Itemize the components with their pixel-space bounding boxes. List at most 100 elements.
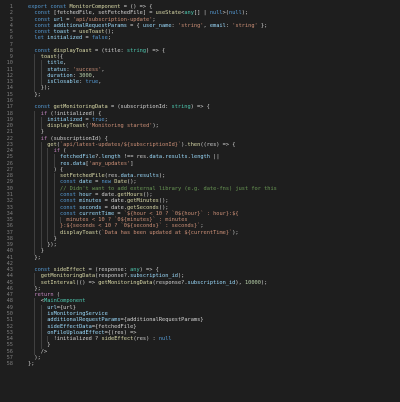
code-token: onFileUploadEffect [47, 329, 105, 336]
code-token: const [34, 29, 54, 36]
code-token: (res. [104, 173, 121, 180]
code-token: ={url} [56, 304, 76, 311]
code-token: true [91, 116, 105, 123]
code-token: || [209, 154, 220, 161]
code-lines: 1 export const MonitorComponent = () => {… [0, 4, 400, 367]
code-token: subscription_id [130, 273, 178, 280]
code-token: if [40, 135, 51, 142]
code-token: }; [257, 22, 268, 29]
code-editor[interactable]: 1 export const MonitorComponent = () => {… [0, 0, 400, 402]
code-token: (); [104, 29, 115, 36]
code-text: }; [28, 254, 41, 261]
code-token: const [60, 204, 80, 211]
code-token: ( [63, 148, 67, 155]
code-token: ; [107, 35, 111, 42]
code-token: = [82, 116, 92, 123]
code-token: (); [158, 204, 169, 211]
code-token: }; [34, 254, 41, 261]
code-token: currentTime [79, 210, 115, 217]
code-token: 'string' [232, 22, 258, 29]
code-token: ); [260, 279, 268, 286]
code-token: any [184, 10, 194, 17]
code-token: user_name [142, 22, 172, 29]
code-token: , [63, 60, 67, 67]
code-token: ); [152, 123, 159, 130]
code-token: false [91, 35, 108, 42]
code-token: getSeconds [126, 204, 159, 211]
code-token: email [209, 22, 226, 29]
code-token: } [40, 248, 44, 255]
code-token: 10000 [244, 279, 261, 286]
code-token: setFetchedFile [60, 173, 105, 180]
code-token: (() => [75, 279, 99, 286]
code-token: toast [53, 29, 70, 36]
code-token: }; [34, 285, 41, 292]
code-token: null [229, 10, 242, 17]
code-text: }; [28, 91, 41, 98]
code-token: initialized [47, 116, 83, 123]
code-token: = [82, 35, 92, 42]
code-token: useToast [79, 29, 105, 36]
code-token: data [120, 173, 134, 180]
code-token: ) => { [139, 267, 159, 274]
code-token: getMinutes [126, 198, 159, 205]
code-token: duration [47, 72, 73, 79]
code-token: = [63, 16, 73, 23]
code-token: 'api/subscription-update' [72, 16, 153, 23]
code-token: , [98, 79, 102, 86]
code-text: }; [28, 361, 34, 367]
code-token: = (response: [85, 267, 131, 274]
code-token: minutes < 10 ? `0${minutes}` : minutes [66, 217, 188, 224]
code-token: ( [56, 292, 60, 299]
code-token: subscription_id [187, 279, 236, 286]
code-token: toast [40, 54, 57, 61]
code-token: displayToast [47, 123, 86, 130]
code-text: setInterval(() => getMonitoringData(resp… [28, 279, 268, 286]
code-token: `${hour < 10 ? `0${hour}` : hour}:${ [123, 210, 239, 217]
code-token: results [136, 173, 159, 180]
code-token: hour [79, 191, 92, 198]
code-token: (res) : [133, 336, 159, 343]
code-token: const [34, 47, 54, 54]
code-token: ); [177, 273, 185, 280]
code-token: MainComponent [44, 298, 86, 305]
code-token: 'string' [177, 22, 204, 29]
code-token: }; [34, 91, 41, 98]
code-token: = [69, 29, 80, 36]
code-token: data [149, 154, 163, 161]
code-token: const [34, 16, 54, 23]
code-token: useState [155, 10, 182, 17]
code-token: getHours [117, 191, 143, 198]
code-token: }); [40, 85, 51, 92]
code-token: = date. [91, 191, 118, 198]
code-token: !== res. [120, 154, 150, 161]
code-token: const [34, 22, 54, 29]
code-token: 3000 [79, 72, 92, 79]
code-token: ); [232, 229, 239, 236]
code-text: displayToast('Monitoring started'); [28, 123, 159, 130]
code-line[interactable]: 58}; [0, 361, 400, 367]
code-token: string [171, 104, 191, 111]
code-token: seconds [79, 204, 102, 211]
code-token: ((res) => { [200, 141, 236, 148]
code-token: [] | [193, 10, 210, 17]
code-token: !initialized ? [53, 336, 102, 343]
code-token: new [101, 179, 115, 186]
code-token: ] [130, 160, 134, 167]
code-token: string [126, 47, 147, 54]
code-token: const [60, 191, 80, 198]
code-token: Date [114, 179, 128, 186]
code-token: initialized [47, 35, 83, 42]
code-token: displayToast [53, 47, 92, 54]
code-token: ; [104, 116, 108, 123]
code-token: if [40, 110, 51, 117]
code-token: then [187, 141, 201, 148]
code-token: = [114, 210, 124, 217]
code-token: const [34, 10, 54, 17]
code-token: minutes [79, 198, 102, 205]
code-token: sideEffectData [47, 323, 92, 330]
code-token: setInterval [40, 279, 76, 286]
code-token: displayToast [60, 229, 99, 236]
code-token: null [209, 10, 223, 17]
code-token: res [60, 160, 70, 167]
